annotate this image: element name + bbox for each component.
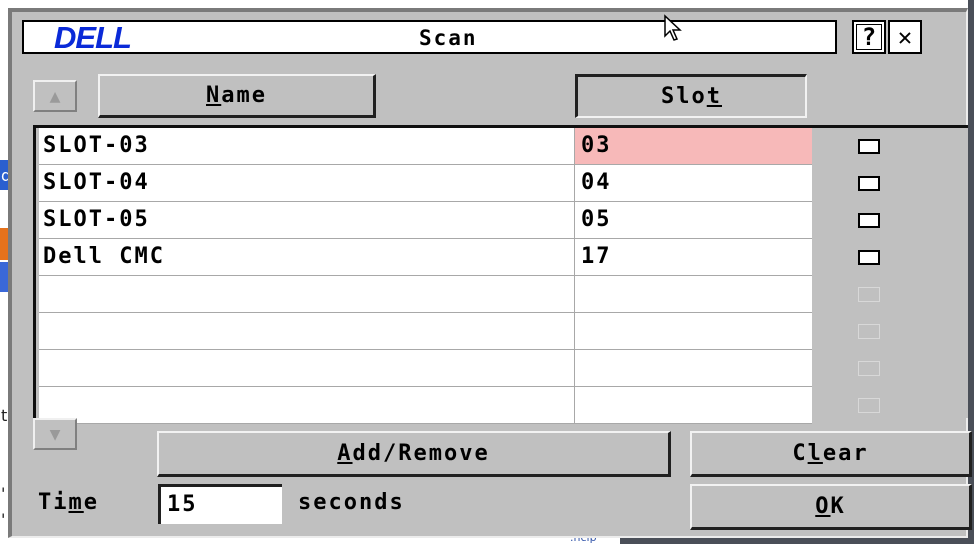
table-row[interactable]: SLOT-04 04 <box>39 165 880 202</box>
row-checkbox[interactable] <box>858 176 880 191</box>
table-row[interactable] <box>39 350 880 387</box>
table-row[interactable]: SLOT-05 05 <box>39 202 880 239</box>
row-checkbox <box>858 324 880 339</box>
column-header-name[interactable]: Name <box>98 74 376 118</box>
row-checkbox[interactable] <box>858 250 880 265</box>
time-label: Time <box>38 490 99 515</box>
row-name-cell <box>39 350 575 387</box>
row-checkbox <box>858 361 880 376</box>
desktop-bottom-dark-strip <box>620 538 974 544</box>
row-name-cell: Dell CMC <box>39 239 575 276</box>
row-slot-cell: 05 <box>575 202 812 239</box>
scroll-up-button[interactable]: ▲ <box>33 80 77 112</box>
close-button[interactable]: ✕ <box>888 20 922 54</box>
table-row[interactable]: SLOT-03 03 <box>39 128 880 165</box>
chevron-up-icon: ▲ <box>49 85 61 107</box>
row-slot-cell: 03 <box>575 128 812 165</box>
close-icon: ✕ <box>897 23 913 51</box>
add-remove-button[interactable]: Add/Remove <box>157 431 671 477</box>
table-row[interactable] <box>39 313 880 350</box>
row-name-cell: SLOT-04 <box>39 165 575 202</box>
chevron-down-icon: ▼ <box>49 423 61 445</box>
help-button[interactable]: ? <box>852 20 886 54</box>
column-header-name-label: Name <box>206 83 267 108</box>
row-checkbox <box>858 287 880 302</box>
ok-button[interactable]: OK <box>690 484 972 530</box>
clear-button[interactable]: Clear <box>690 431 972 477</box>
row-slot-cell <box>575 387 812 424</box>
row-checkbox[interactable] <box>858 139 880 154</box>
mouse-pointer-icon <box>664 14 682 41</box>
target-list[interactable]: SLOT-03 03 SLOT-04 04 SLOT-05 05 Dell CMC 17 <box>33 125 968 424</box>
help-icon: ? <box>861 23 877 51</box>
row-name-cell <box>39 313 575 350</box>
row-checkbox[interactable] <box>858 213 880 228</box>
row-name-cell: SLOT-03 <box>39 128 575 165</box>
table-row[interactable] <box>39 276 880 313</box>
row-slot-cell: 04 <box>575 165 812 202</box>
row-slot-cell <box>575 313 812 350</box>
clear-button-label: Clear <box>792 441 869 466</box>
dialog-title: Scan <box>419 26 478 50</box>
row-checkbox <box>858 398 880 413</box>
time-input[interactable]: 15 <box>158 484 282 524</box>
row-name-cell <box>39 387 575 424</box>
ok-button-label: OK <box>815 494 846 519</box>
dell-logo: DELL <box>54 20 132 55</box>
seconds-label: seconds <box>298 490 405 515</box>
row-name-cell: SLOT-05 <box>39 202 575 239</box>
table-row[interactable] <box>39 387 880 424</box>
column-header-slot-label: Slot <box>661 84 722 109</box>
row-slot-cell <box>575 350 812 387</box>
desktop-left-char: t <box>1 406 8 425</box>
scroll-down-button[interactable]: ▼ <box>33 418 77 450</box>
table-row[interactable]: Dell CMC 17 <box>39 239 880 276</box>
row-name-cell <box>39 276 575 313</box>
desktop-left-char: ' <box>1 484 6 503</box>
row-slot-cell <box>575 276 812 313</box>
add-remove-button-label: Add/Remove <box>337 441 490 466</box>
desktop-left-char: ' <box>1 510 6 529</box>
column-header-slot[interactable]: Slot <box>575 74 807 118</box>
title-bar[interactable]: DELL Scan <box>22 20 837 55</box>
row-slot-cell: 17 <box>575 239 812 276</box>
